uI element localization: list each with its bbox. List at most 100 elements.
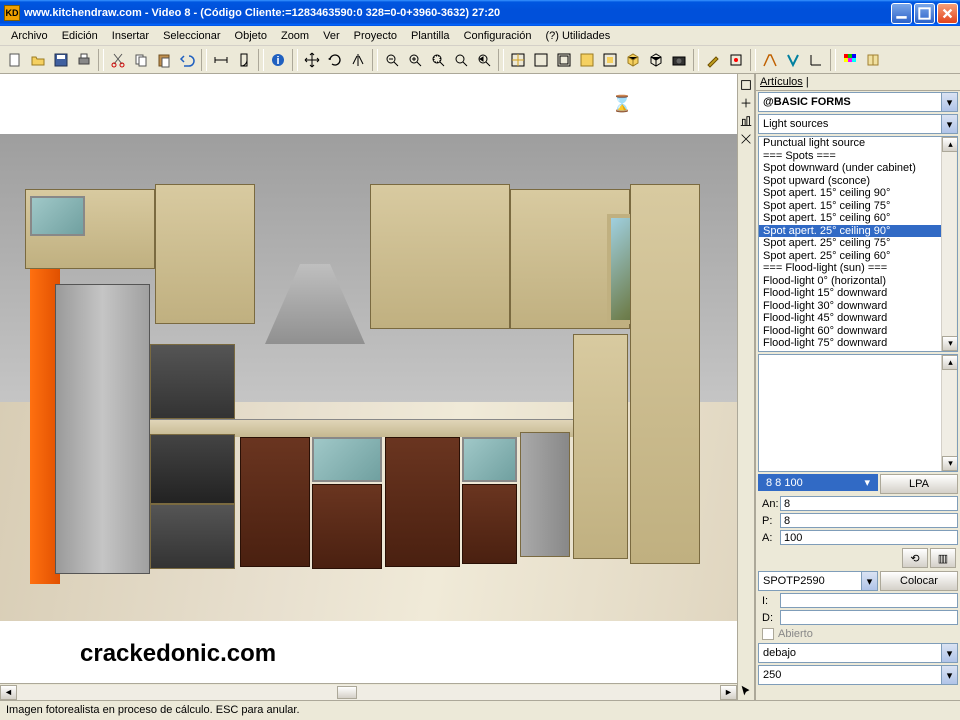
menu-proyecto[interactable]: Proyecto — [347, 28, 404, 44]
print-icon[interactable] — [73, 49, 95, 71]
save-icon[interactable] — [50, 49, 72, 71]
view-plan-icon[interactable] — [507, 49, 529, 71]
zoom-fit-icon[interactable] — [427, 49, 449, 71]
view-elev4-icon[interactable] — [599, 49, 621, 71]
mirror-icon[interactable] — [347, 49, 369, 71]
list-item[interactable]: Spot apert. 15° ceiling 75° — [759, 200, 941, 213]
info-icon[interactable]: i — [267, 49, 289, 71]
code-dropdown[interactable]: SPOTP2590▾ — [758, 571, 878, 591]
list-item[interactable]: Spot apert. 25° ceiling 90° — [759, 225, 941, 238]
list-item[interactable]: Flood-light 60° downward — [759, 325, 941, 338]
scroll-right-button[interactable]: ► — [720, 685, 737, 700]
paste-icon[interactable] — [153, 49, 175, 71]
minimize-button[interactable] — [891, 3, 912, 24]
d-label: D: — [758, 612, 780, 624]
category-dropdown[interactable]: Light sources▾ — [758, 114, 958, 134]
list-item[interactable]: === Spots === — [759, 150, 941, 163]
menu-seleccionar[interactable]: Seleccionar — [156, 28, 227, 44]
rotate-icon[interactable] — [324, 49, 346, 71]
menu-plantilla[interactable]: Plantilla — [404, 28, 457, 44]
d-input[interactable] — [780, 610, 958, 625]
list-item[interactable]: Spot downward (under cabinet) — [759, 162, 941, 175]
zoom-prev-icon[interactable] — [473, 49, 495, 71]
apply-dims-button[interactable]: ▥ — [930, 548, 956, 568]
move-icon[interactable] — [301, 49, 323, 71]
close-button[interactable] — [937, 3, 958, 24]
list-item[interactable]: Flood-light 45° downward — [759, 312, 941, 325]
maximize-button[interactable] — [914, 3, 935, 24]
menu-configuracion[interactable]: Configuración — [457, 28, 539, 44]
tool1-icon[interactable] — [702, 49, 724, 71]
i-label: I: — [758, 595, 780, 607]
scroll-left-button[interactable]: ◄ — [0, 685, 17, 700]
strip-tool4-icon[interactable] — [738, 131, 754, 147]
dimension-icon[interactable] — [210, 49, 232, 71]
position-dropdown[interactable]: debajo▾ — [758, 643, 958, 663]
abierto-checkbox[interactable]: Abierto — [756, 626, 960, 642]
copy-icon[interactable] — [130, 49, 152, 71]
list-item[interactable]: Spot apert. 25° ceiling 60° — [759, 250, 941, 263]
tool2-icon[interactable] — [725, 49, 747, 71]
strip-tool3-icon[interactable] — [738, 113, 754, 129]
preview-scrollbar[interactable]: ▴▾ — [941, 355, 957, 471]
strip-tool2-icon[interactable] — [738, 95, 754, 111]
menu-archivo[interactable]: Archivo — [4, 28, 55, 44]
chevron-down-icon: ▾ — [941, 93, 957, 111]
menu-insertar[interactable]: Insertar — [105, 28, 156, 44]
list-item[interactable]: Spot upward (sconce) — [759, 175, 941, 188]
window-title: www.kitchendraw.com - Video 8 - (Código … — [24, 7, 891, 19]
menu-zoom[interactable]: Zoom — [274, 28, 316, 44]
strip-tool1-icon[interactable] — [738, 77, 754, 93]
tool5-icon[interactable] — [805, 49, 827, 71]
palette-icon[interactable] — [839, 49, 861, 71]
app-logo: KD — [4, 5, 20, 21]
list-item[interactable]: Spot apert. 25° ceiling 75° — [759, 237, 941, 250]
undo-icon[interactable] — [176, 49, 198, 71]
menu-objeto[interactable]: Objeto — [228, 28, 274, 44]
list-item[interactable]: Flood-light 0° (horizontal) — [759, 275, 941, 288]
an-label: An: — [758, 498, 780, 510]
new-icon[interactable] — [4, 49, 26, 71]
listbox-scrollbar[interactable]: ▴▾ — [941, 137, 957, 351]
side-toolstrip — [737, 74, 755, 700]
zoom-in-icon[interactable] — [404, 49, 426, 71]
view-elev2-icon[interactable] — [553, 49, 575, 71]
menu-ver[interactable]: Ver — [316, 28, 347, 44]
camera-icon[interactable] — [668, 49, 690, 71]
list-item[interactable]: Spot apert. 15° ceiling 90° — [759, 187, 941, 200]
height-dropdown[interactable]: 250▾ — [758, 665, 958, 685]
strip-pointer-icon[interactable] — [738, 683, 754, 699]
tool4-icon[interactable] — [782, 49, 804, 71]
list-item[interactable]: Spot apert. 15° ceiling 60° — [759, 212, 941, 225]
view-elev3-icon[interactable] — [576, 49, 598, 71]
menu-edicion[interactable]: Edición — [55, 28, 105, 44]
a-input[interactable] — [780, 530, 958, 545]
zoom-window-icon[interactable] — [450, 49, 472, 71]
horizontal-scrollbar[interactable]: ◄ ► — [0, 683, 737, 700]
open-icon[interactable] — [27, 49, 49, 71]
view-persp-icon[interactable] — [645, 49, 667, 71]
list-item[interactable]: Flood-light 30° downward — [759, 300, 941, 313]
p-input[interactable] — [780, 513, 958, 528]
article-listbox[interactable]: Punctual light source=== Spots ===Spot d… — [758, 136, 958, 352]
list-item[interactable]: Flood-light 75° downward — [759, 337, 941, 350]
an-input[interactable] — [780, 496, 958, 511]
list-item[interactable]: === Flood-light (sun) === — [759, 262, 941, 275]
book-icon[interactable] — [862, 49, 884, 71]
list-item[interactable]: Punctual light source — [759, 137, 941, 150]
catalog-dropdown[interactable]: @BASIC FORMS▾ — [758, 92, 958, 112]
viewport-3d[interactable]: ⌛ crackedonic.com — [0, 74, 737, 683]
cut-icon[interactable] — [107, 49, 129, 71]
tool3-icon[interactable] — [759, 49, 781, 71]
i-input[interactable] — [780, 593, 958, 608]
menu-utilidades[interactable]: (?) Utilidades — [538, 28, 617, 44]
list-item[interactable]: Flood-light 15° downward — [759, 287, 941, 300]
lpa-button[interactable]: LPA — [880, 474, 958, 494]
view-3d-icon[interactable] — [622, 49, 644, 71]
door-icon[interactable] — [233, 49, 255, 71]
view-elev1-icon[interactable] — [530, 49, 552, 71]
zoom-out-icon[interactable] — [381, 49, 403, 71]
preview-box: ▴▾ — [758, 354, 958, 472]
colocar-button[interactable]: Colocar — [880, 571, 958, 591]
refresh-button[interactable]: ⟲ — [902, 548, 928, 568]
